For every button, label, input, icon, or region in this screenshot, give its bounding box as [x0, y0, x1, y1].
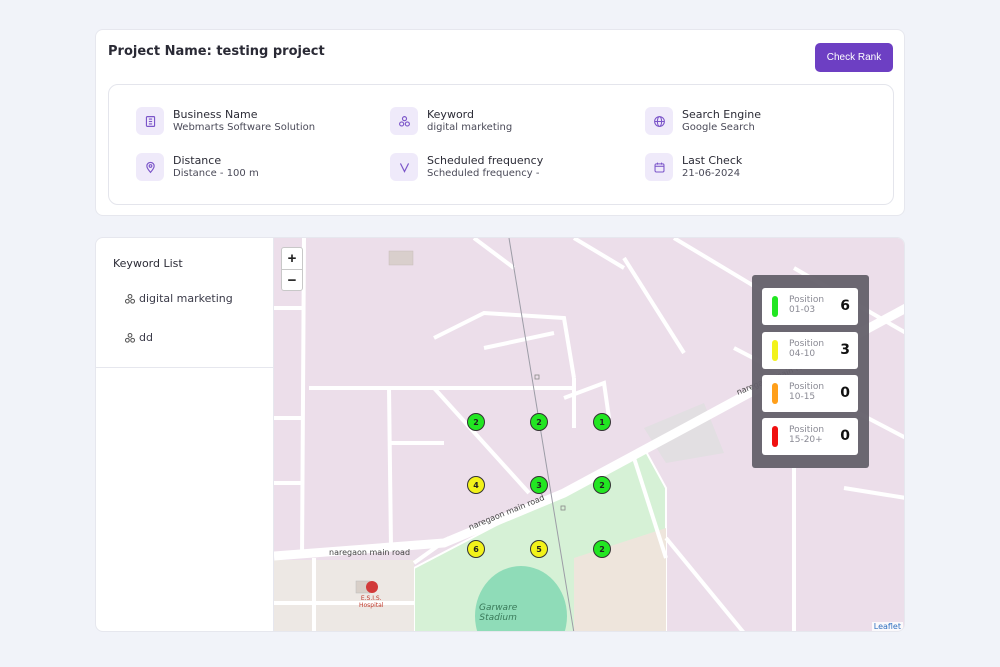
position-legend: Position 01-03 6 Position 04-10 3 Position…: [752, 275, 869, 468]
legend-row: Position 10-15 0: [762, 375, 858, 412]
legend-color-bar: [772, 296, 778, 317]
map-label-road: naregaon main road: [329, 548, 411, 557]
location-pin-icon: [136, 153, 164, 181]
building-icon: [136, 107, 164, 135]
info-value: 21-06-2024: [682, 168, 741, 179]
project-title: Project Name: testing project: [108, 44, 325, 59]
info-label: Keyword: [427, 108, 474, 121]
globe-icon: [645, 107, 673, 135]
keyword-list-panel: Keyword List digital marketing dd: [96, 238, 274, 631]
info-value: Scheduled frequency -: [427, 168, 540, 179]
info-label: Search Engine: [682, 108, 761, 121]
info-label: Business Name: [173, 108, 258, 121]
map-label-hospital: E.S.I.S. Hospital: [359, 595, 384, 609]
rank-marker[interactable]: 2: [593, 476, 611, 494]
keyword-item-digital-marketing[interactable]: digital marketing: [124, 292, 233, 305]
legend-count: 0: [840, 428, 850, 444]
zoom-in-button[interactable]: +: [282, 248, 302, 269]
keyword-list-title: Keyword List: [113, 257, 183, 270]
frequency-icon: [390, 153, 418, 181]
info-distance: Distance Distance - 100 m: [136, 153, 259, 181]
info-business-name: Business Name Webmarts Software Solution: [136, 107, 315, 135]
rank-marker[interactable]: 1: [593, 413, 611, 431]
info-value: Webmarts Software Solution: [173, 122, 316, 133]
keyword-item-dd[interactable]: dd: [124, 331, 153, 344]
keyword-map-card: Keyword List digital marketing dd narega…: [95, 237, 905, 632]
legend-row: Position 04-10 3: [762, 332, 858, 369]
legend-label: Position 10-15: [789, 382, 825, 402]
rank-marker[interactable]: 2: [593, 540, 611, 558]
zoom-out-button[interactable]: −: [282, 269, 302, 290]
legend-label: Position 15-20+: [789, 425, 825, 445]
legend-color-bar: [772, 340, 778, 361]
zoom-control: + −: [281, 247, 303, 291]
rank-marker[interactable]: 6: [467, 540, 485, 558]
rank-marker[interactable]: 2: [530, 413, 548, 431]
leaflet-attribution-link[interactable]: Leaflet: [871, 622, 903, 631]
legend-row: Position 15-20+ 0: [762, 418, 858, 455]
map-label-stadium: Garware Stadium: [479, 603, 518, 623]
divider: [96, 367, 274, 368]
project-summary-card: Project Name: testing project Check Rank…: [95, 29, 905, 216]
info-value: Google Search: [682, 122, 755, 133]
legend-label: Position 01-03: [789, 295, 825, 315]
legend-color-bar: [772, 383, 778, 404]
legend-row: Position 01-03 6: [762, 288, 858, 325]
info-keyword: Keyword digital marketing: [390, 107, 512, 135]
info-value: digital marketing: [427, 122, 513, 133]
rank-marker[interactable]: 4: [467, 476, 485, 494]
keyword-icon: [124, 293, 136, 304]
info-last-check: Last Check 21-06-2024: [645, 153, 742, 181]
keyword-label: digital marketing: [139, 292, 233, 305]
rank-marker[interactable]: 2: [467, 413, 485, 431]
rank-marker[interactable]: 3: [530, 476, 548, 494]
info-search-engine: Search Engine Google Search: [645, 107, 761, 135]
check-rank-button[interactable]: Check Rank: [815, 43, 893, 72]
map-view[interactable]: naregaon main road naregaon main road na…: [274, 238, 904, 631]
legend-count: 6: [840, 298, 850, 314]
project-info-box: Business Name Webmarts Software Solution…: [108, 84, 894, 205]
calendar-icon: [645, 153, 673, 181]
info-scheduled-frequency: Scheduled frequency Scheduled frequency …: [390, 153, 543, 181]
keyword-label: dd: [139, 331, 153, 344]
legend-count: 3: [840, 342, 850, 358]
rank-marker[interactable]: 5: [530, 540, 548, 558]
legend-color-bar: [772, 426, 778, 447]
info-value: Distance - 100 m: [173, 168, 259, 179]
keyword-icon: [124, 332, 136, 343]
info-label: Distance: [173, 154, 222, 167]
info-label: Last Check: [682, 154, 743, 167]
info-label: Scheduled frequency: [427, 154, 544, 167]
keyword-icon: [390, 107, 418, 135]
legend-count: 0: [840, 385, 850, 401]
legend-label: Position 04-10: [789, 339, 825, 359]
